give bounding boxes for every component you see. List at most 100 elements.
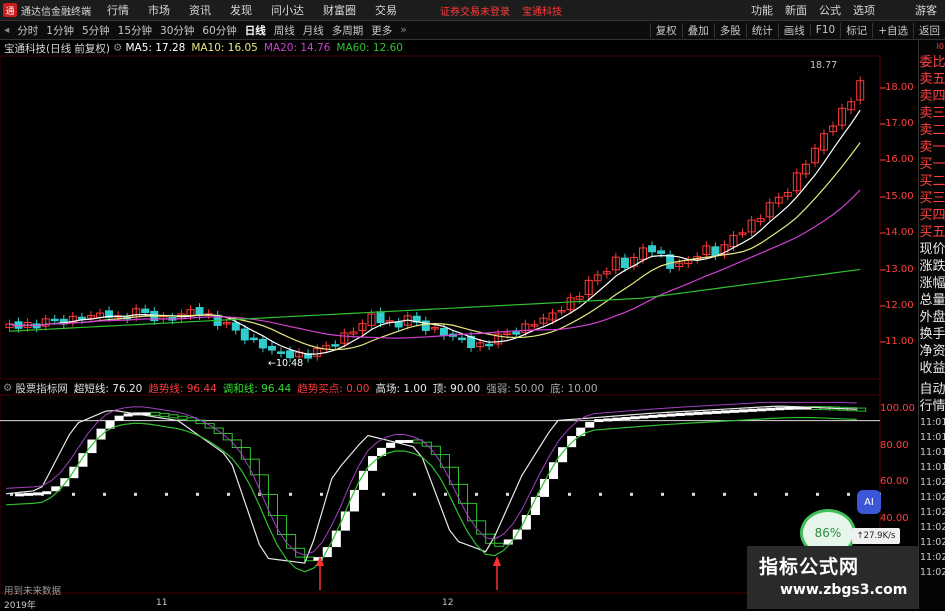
menu-zixun[interactable]: 资讯 (189, 2, 211, 18)
side-item-15[interactable]: 外盘 (919, 309, 945, 326)
trend-box-down (494, 542, 505, 547)
period-fenshi[interactable]: 分时 (17, 23, 38, 38)
trend-box-up (404, 439, 414, 443)
candle-down (249, 337, 258, 341)
side-item-5[interactable]: 卖一 (919, 139, 945, 156)
period-15min[interactable]: 15分钟 (118, 23, 152, 38)
btn-f10[interactable]: F10 (809, 24, 840, 36)
btn-biaoji[interactable]: 标记 (840, 22, 872, 38)
side-item-3[interactable]: 卖三 (919, 105, 945, 122)
login-notice[interactable]: 证券交易未登录 (440, 3, 510, 18)
btn-tongji[interactable]: 统计 (745, 22, 778, 38)
candle-down (666, 254, 675, 269)
side-item-16[interactable]: 换手 (919, 326, 945, 343)
period-multi[interactable]: 多周期 (332, 23, 364, 38)
menu-gongshi[interactable]: 公式 (819, 2, 841, 18)
side-item-6[interactable]: 买一 (919, 156, 945, 173)
menu-hangqing[interactable]: 行情 (107, 2, 129, 18)
kline-chart[interactable] (0, 40, 918, 609)
side-item-10[interactable]: 买五 (919, 224, 945, 241)
period-more[interactable]: 更多 (371, 23, 392, 38)
btn-huaxian[interactable]: 画线 (777, 22, 810, 38)
ma60-line (9, 268, 861, 332)
side-item-2[interactable]: 卖四 (919, 88, 945, 105)
side-item-11[interactable]: 现价 (919, 241, 945, 258)
menu-xuanxiang[interactable]: 选项 (853, 2, 875, 18)
side-item-13[interactable]: 涨幅 (919, 275, 945, 292)
trend-box-up (630, 416, 640, 420)
side-time-4: 11:02 (920, 477, 945, 488)
menu-jiaoyi[interactable]: 交易 (375, 2, 397, 18)
side-corner-label: Ⅰ0 (936, 42, 944, 51)
side-item-0[interactable]: 委比 (919, 54, 945, 71)
buy-arrow-icon-1 (493, 556, 501, 566)
trend-box-up (766, 407, 776, 411)
mid-dot (692, 492, 695, 496)
btn-duogu[interactable]: 多股 (713, 22, 746, 38)
more-arrow-icon[interactable]: » (400, 24, 406, 36)
trend-box-up (711, 410, 721, 414)
side-time-7: 11:02 (920, 522, 945, 533)
trend-box-up (612, 417, 622, 421)
low-price-value: 10.48 (275, 358, 304, 369)
candle-down (376, 311, 385, 324)
candle-down (331, 344, 340, 347)
mid-dot (816, 492, 819, 496)
side-item-12[interactable]: 涨跌 (919, 258, 945, 275)
period-weekly[interactable]: 周线 (274, 23, 295, 38)
btn-fuquan[interactable]: 复权 (649, 22, 682, 38)
menu-gongneng[interactable]: 功能 (751, 2, 773, 18)
period-1min[interactable]: 1分钟 (46, 23, 74, 38)
trend-box-down (240, 447, 251, 460)
sub-y-tick-2: 60.00 (880, 476, 909, 487)
main-y-tick-2: 16.00 (885, 154, 914, 165)
side-item-17[interactable]: 净资 (919, 343, 945, 360)
candle-down (286, 350, 295, 359)
trend-box-down (150, 411, 161, 416)
menu-xinmian[interactable]: 新面 (785, 2, 807, 18)
menu-shichang[interactable]: 市场 (148, 2, 170, 18)
toolbar-left-arrow-icon[interactable]: ◂ (4, 24, 9, 36)
side-item-14[interactable]: 总量 (919, 292, 945, 309)
side-item-1[interactable]: 卖五 (919, 71, 945, 88)
period-5min[interactable]: 5分钟 (82, 23, 110, 38)
trend-box-up (639, 415, 649, 419)
user-guest[interactable]: 游客 (915, 2, 937, 18)
main-y-tick-7: 11.00 (885, 336, 914, 347)
watermark-banner: 指标公式网 www.zbgs3.com (747, 546, 918, 609)
sub-y-tick-0: 100.00 (880, 403, 915, 414)
trend-box-up (42, 491, 52, 495)
trend-box-up (739, 409, 749, 413)
side-item-8[interactable]: 买三 (919, 190, 945, 207)
ai-assistant-button[interactable]: AI (857, 490, 881, 514)
trend-box-up (775, 407, 785, 411)
period-daily[interactable]: 日线 (245, 23, 266, 38)
candle-down (512, 331, 521, 335)
side-auto-item-1[interactable]: 行情 (919, 398, 945, 415)
trend-box-down (421, 441, 432, 447)
side-item-9[interactable]: 买四 (919, 207, 945, 224)
title-right-menu: 功能 新面 公式 选项 游客 (751, 0, 945, 20)
side-auto-item-0[interactable]: 自动 (919, 381, 945, 398)
side-item-7[interactable]: 买二 (919, 173, 945, 190)
period-30min[interactable]: 30分钟 (160, 23, 194, 38)
trend-box-up (386, 442, 396, 448)
mid-dot (754, 492, 757, 496)
period-monthly[interactable]: 月线 (303, 23, 324, 38)
side-item-18[interactable]: 收益 (919, 360, 945, 377)
candle-down (657, 250, 666, 254)
side-time-5: 11:02 (920, 492, 945, 503)
mid-dot (444, 492, 447, 496)
side-time-2: 11:01 (920, 447, 945, 458)
menu-faxian[interactable]: 发现 (230, 2, 252, 18)
trend-box-up (24, 492, 34, 496)
btn-fanhui[interactable]: 返回 (913, 22, 945, 38)
menu-caifuquan[interactable]: 财富圈 (323, 2, 356, 18)
trend-box-up (648, 414, 658, 418)
btn-zixuan[interactable]: +自选 (872, 22, 913, 38)
menu-wenxiaoda[interactable]: 问小达 (271, 2, 304, 18)
btn-diejia[interactable]: 叠加 (681, 22, 714, 38)
period-60min[interactable]: 60分钟 (202, 23, 236, 38)
mid-dot (723, 492, 726, 496)
side-item-4[interactable]: 卖二 (919, 122, 945, 139)
